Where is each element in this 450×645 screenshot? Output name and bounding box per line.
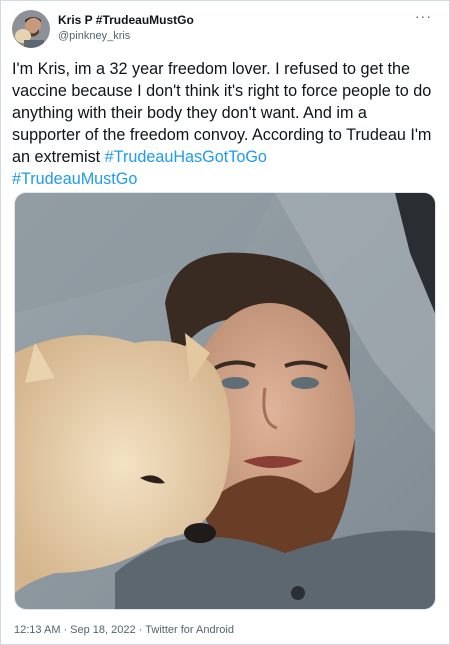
tweet-date[interactable]: Sep 18, 2022 <box>70 624 135 636</box>
tweet-metadata: 12:13 AM · Sep 18, 2022 · Twitter for Androi… <box>14 624 237 636</box>
tweet-time[interactable]: 12:13 AM <box>14 624 60 636</box>
tweet-photo[interactable] <box>14 192 436 610</box>
tweet-client[interactable]: Twitter for Android <box>145 624 234 636</box>
avatar[interactable] <box>12 10 50 48</box>
hashtag-link[interactable]: #TrudeauHasGotToGo <box>105 148 267 166</box>
meta-separator: · <box>63 624 68 636</box>
more-options-icon[interactable]: ··· <box>415 8 432 24</box>
author-handle[interactable]: @pinkney_kris <box>58 28 194 44</box>
tweet-text: I'm Kris, im a 32 year freedom lover. I … <box>12 58 437 190</box>
hashtag-link[interactable]: #TrudeauMustGo <box>12 170 137 188</box>
meta-separator: · <box>138 624 143 636</box>
selfie-with-dog-image <box>15 193 435 609</box>
author-display-name[interactable]: Kris P #TrudeauMustGo <box>58 12 194 28</box>
profile-photo-avatar <box>12 10 50 48</box>
